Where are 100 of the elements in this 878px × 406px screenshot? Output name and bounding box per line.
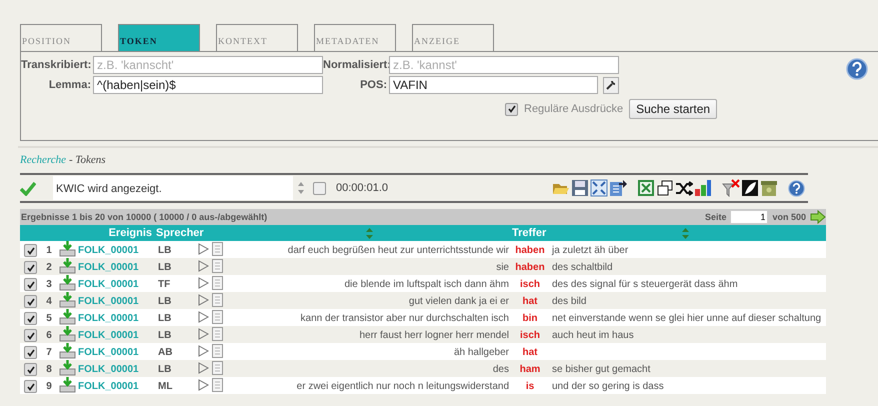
document-icon[interactable]	[212, 242, 223, 256]
event-link[interactable]: FOLK_00001	[78, 330, 152, 341]
row-number: 1	[46, 245, 52, 256]
download-icon[interactable]	[58, 275, 76, 291]
event-link[interactable]: FOLK_00001	[78, 381, 152, 392]
right-context: und der so gering is dass	[551, 381, 664, 392]
page-label: Seite	[704, 212, 726, 222]
left-context: darf euch begrüßen heut zur unterrichtsstunde wir	[288, 245, 510, 256]
column-header[interactable]: Treffer	[512, 227, 546, 239]
play-icon[interactable]	[198, 243, 209, 255]
play-icon[interactable]	[198, 294, 209, 306]
tab[interactable]: ANZEIGE	[412, 24, 494, 51]
row-checkbox[interactable]	[24, 329, 37, 342]
tool-button[interactable]	[603, 76, 619, 94]
event-link[interactable]: FOLK_00001	[78, 262, 152, 273]
row-checkbox[interactable]	[24, 312, 37, 325]
left-context: kann der transistor aber nur durchschalten isch	[300, 313, 510, 324]
download-icon[interactable]	[58, 309, 76, 325]
download-icon[interactable]	[58, 241, 76, 257]
save-icon[interactable]	[571, 179, 589, 197]
event-link[interactable]: FOLK_00001	[78, 313, 152, 324]
row-number: 5	[46, 313, 52, 324]
fullscreen-icon[interactable]	[590, 179, 608, 197]
checkbox[interactable]	[313, 182, 326, 194]
tab[interactable]: POSITION	[20, 24, 102, 51]
row-number: 6	[46, 330, 52, 341]
spreadsheet-icon[interactable]	[637, 179, 655, 197]
play-icon[interactable]	[198, 328, 209, 340]
download-icon[interactable]	[58, 326, 76, 342]
bar-chart-icon[interactable]	[694, 179, 712, 197]
download-icon[interactable]	[58, 377, 76, 393]
document-icon[interactable]	[212, 361, 223, 375]
search-button[interactable]: Suche starten	[629, 99, 718, 119]
event-link[interactable]: FOLK_00001	[78, 296, 152, 307]
play-icon[interactable]	[198, 260, 209, 272]
row-checkbox[interactable]	[24, 295, 37, 308]
download-icon[interactable]	[58, 292, 76, 308]
event-link[interactable]: FOLK_00001	[78, 245, 152, 256]
document-icon[interactable]	[212, 344, 223, 358]
document-icon[interactable]	[212, 327, 223, 341]
sort-icon[interactable]	[366, 228, 373, 238]
help-icon[interactable]	[846, 58, 868, 80]
archive-icon[interactable]	[760, 179, 778, 197]
speaker-cell-text: LB	[157, 296, 172, 307]
left-context: die blende im luftspalt isch dann ähm	[344, 279, 510, 290]
shuffle-icon[interactable]	[675, 179, 693, 197]
event-link[interactable]: FOLK_00001	[78, 279, 152, 290]
play-icon[interactable]	[198, 277, 209, 289]
left-context: sie	[496, 262, 510, 273]
row-number: 8	[46, 364, 52, 375]
sort-icon[interactable]	[682, 228, 689, 238]
download-icon[interactable]	[58, 258, 76, 274]
tab[interactable]: METADATEN	[314, 24, 396, 51]
column-header[interactable]: Ereignis	[108, 227, 152, 239]
document-icon[interactable]	[212, 259, 223, 273]
play-icon[interactable]	[198, 362, 209, 374]
row-number: 4	[46, 296, 52, 307]
left-context: gut vielen dank ja ei er	[408, 296, 510, 307]
filter-remove-icon[interactable]	[722, 179, 740, 197]
help-icon[interactable]	[788, 180, 805, 196]
column-header[interactable]: Sprecher	[152, 227, 204, 239]
event-link[interactable]: FOLK_00001	[78, 347, 152, 358]
speaker-cell-text: LB	[157, 330, 172, 341]
document-icon[interactable]	[212, 378, 223, 392]
speaker-cell-text: TF	[157, 279, 170, 290]
input-field[interactable]: VAFIN	[389, 76, 598, 94]
breadcrumb-link[interactable]: Recherche	[20, 154, 66, 166]
download-icon[interactable]	[58, 343, 76, 359]
input-field[interactable]: z.B. 'kannst'	[389, 56, 619, 74]
play-icon[interactable]	[198, 311, 209, 323]
row-checkbox[interactable]	[24, 363, 37, 376]
input-field[interactable]: z.B. 'kannscht'	[93, 56, 323, 74]
scroll-arrows-icon[interactable]	[297, 181, 305, 195]
row-checkbox[interactable]	[24, 278, 37, 291]
document-icon[interactable]	[212, 293, 223, 307]
next-arrow-icon[interactable]	[810, 210, 826, 224]
document-icon[interactable]	[212, 276, 223, 290]
download-icon[interactable]	[58, 360, 76, 376]
row-checkbox[interactable]	[24, 261, 37, 274]
row-checkbox[interactable]	[24, 346, 37, 359]
field-label: POS:	[359, 79, 388, 91]
results-summary: Ergebnisse 1 bis 20 von 10000 ( 10000 / 0 aus-/abgewählt)	[21, 212, 268, 222]
row-checkbox[interactable]	[24, 244, 37, 257]
contrast-icon[interactable]	[741, 179, 759, 197]
play-icon[interactable]	[198, 345, 209, 357]
tab[interactable]: KONTEXT	[216, 24, 298, 51]
speaker-cell-text: ML	[157, 381, 172, 392]
tab[interactable]: TOKEN	[118, 24, 200, 51]
page-field[interactable]: 1	[730, 210, 768, 224]
speaker-cell-text: AB	[157, 347, 172, 358]
play-icon[interactable]	[198, 379, 209, 391]
copy-icon[interactable]	[656, 179, 674, 197]
input-field[interactable]: ^(haben|sein)$	[93, 76, 323, 94]
status-log: KWIC wird angezeigt.	[53, 176, 293, 200]
document-icon[interactable]	[212, 310, 223, 324]
export-icon[interactable]	[609, 179, 627, 197]
row-checkbox[interactable]	[24, 380, 37, 393]
event-link[interactable]: FOLK_00001	[78, 364, 152, 375]
right-context: des des signal für s steuergerät dass ähm	[551, 279, 738, 290]
checkbox[interactable]	[505, 102, 518, 116]
